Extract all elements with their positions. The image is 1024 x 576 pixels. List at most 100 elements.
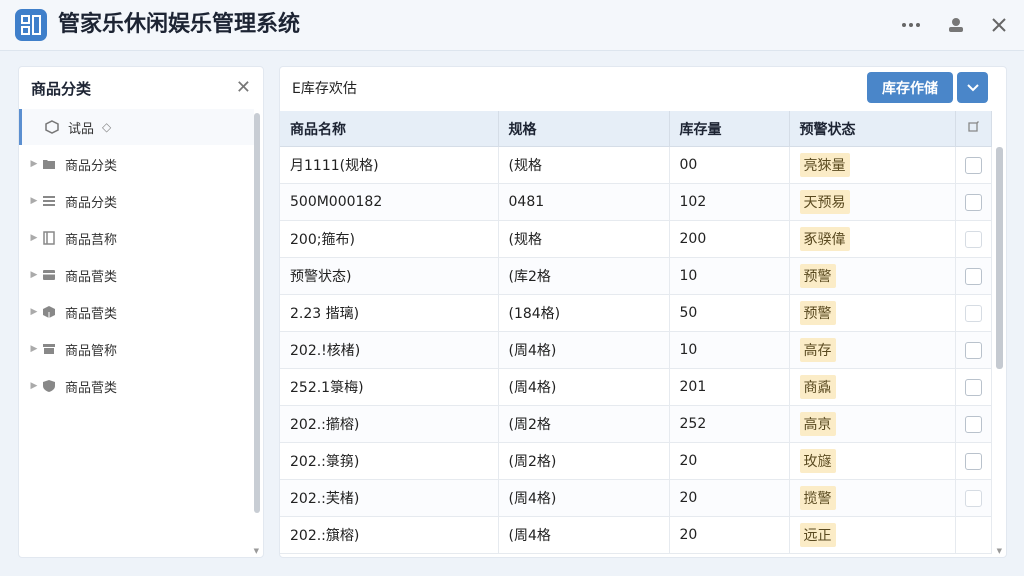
cell-status: 高存 — [789, 331, 956, 369]
cell-qty: 20 — [669, 442, 790, 480]
scroll-down-arrow-icon[interactable]: ▼ — [997, 547, 1002, 555]
expand-arrow-icon[interactable]: ▶ — [27, 344, 41, 354]
user-icon[interactable] — [943, 12, 969, 38]
cell-name: 2.23 揩璃) — [280, 294, 499, 332]
tree-item-name[interactable]: ▶ 商品莒称 — [19, 220, 251, 256]
cell-spec: 0481 — [498, 183, 670, 221]
status-badge: 玫旞 — [799, 449, 836, 473]
table-row[interactable]: 月1111(规格) (规格 00 亮猍量 — [280, 146, 992, 184]
shield-icon — [41, 378, 57, 394]
tree-item-category-1[interactable]: ▶ 商品分类 — [19, 146, 251, 182]
table-row[interactable]: 200;箍布) (规格 200 豖骙偉 — [280, 220, 992, 258]
tree-item-type-2[interactable]: ▶ 商品菅类 — [19, 294, 251, 330]
cell-name: 202.:擶榕) — [280, 405, 499, 443]
status-badge: 高亰 — [799, 412, 836, 436]
row-checkbox[interactable] — [964, 452, 982, 470]
expand-arrow-icon[interactable]: ▶ — [27, 196, 41, 206]
cell-name: 200;箍布) — [280, 220, 499, 258]
cell-name: 202.:芙楮) — [280, 479, 499, 517]
table-row[interactable]: 202.!核楮) (周4格) 10 高存 — [280, 331, 992, 369]
column-header-status[interactable]: 预警状态 — [789, 111, 956, 147]
tree-item-label: 商品分类 — [65, 158, 118, 174]
table-scrollbar[interactable] — [996, 147, 1003, 369]
scroll-down-arrow-icon[interactable]: ▼ — [254, 547, 259, 555]
expand-arrow-icon[interactable]: ▶ — [27, 159, 41, 169]
cell-spec: (规格 — [498, 220, 670, 258]
cell-qty: 00 — [669, 146, 790, 184]
status-badge: 天预易 — [799, 190, 850, 214]
cell-name: 月1111(规格) — [280, 146, 499, 184]
row-checkbox[interactable] — [964, 415, 982, 433]
cell-qty: 10 — [669, 257, 790, 295]
cell-name: 202.!核楮) — [280, 331, 499, 369]
tree-item-test[interactable]: 试品 ◇ — [19, 109, 254, 145]
app-title: 管家乐休闲娱乐管理系统 — [58, 12, 301, 37]
panel-close-icon[interactable]: ✕ — [236, 77, 251, 98]
tree-item-category-2[interactable]: ▶ 商品分类 — [19, 183, 251, 219]
cell-spec: (周4格) — [498, 331, 670, 369]
tree-item-label: 商品菅类 — [65, 269, 118, 285]
table-row[interactable]: 252.1箓梅) (周4格) 201 商鼒 — [280, 368, 992, 406]
cell-name: 202.:箓箉) — [280, 442, 499, 480]
title-bar: 管家乐休闲娱乐管理系统 — [0, 0, 1024, 51]
row-checkbox[interactable] — [964, 156, 982, 174]
expand-arrow-icon[interactable]: ▶ — [27, 307, 41, 317]
tree-item-manage[interactable]: ▶ 商品管称 — [19, 331, 251, 367]
cell-status: 远正 — [789, 516, 956, 554]
tree-item-type-3[interactable]: ▶ 商品菅类 — [19, 368, 251, 404]
cell-qty: 201 — [669, 368, 790, 406]
cube-icon — [44, 119, 60, 135]
category-panel-title: 商品分类 — [31, 80, 92, 98]
row-checkbox[interactable] — [964, 230, 982, 248]
inventory-title: E库存欢估 — [292, 81, 357, 97]
table-row[interactable]: 预警状态) (库2格 10 预警 — [280, 257, 992, 295]
cell-status: 豖骙偉 — [789, 220, 956, 258]
expand-arrow-icon[interactable]: ▶ — [27, 233, 41, 243]
expand-arrow-icon[interactable]: ▶ — [27, 270, 41, 280]
status-badge: 高存 — [799, 338, 836, 362]
table-row[interactable]: 202.:簱榕) (周4格 20 远正 — [280, 516, 992, 554]
cell-spec: (周4格) — [498, 368, 670, 406]
refresh-icon[interactable] — [955, 111, 992, 147]
cell-name: 252.1箓梅) — [280, 368, 499, 406]
column-header-name[interactable]: 商品名称 — [280, 111, 499, 147]
cell-name: 预警状态) — [280, 257, 499, 295]
row-checkbox[interactable] — [964, 341, 982, 359]
cell-qty: 20 — [669, 516, 790, 554]
column-header-spec[interactable]: 规格 — [498, 111, 670, 147]
more-icon[interactable] — [898, 12, 924, 38]
sidebar-scrollbar[interactable] — [254, 113, 260, 513]
category-panel: 商品分类 ✕ 试品 ◇ ▶ 商品分类 ▶ 商品分类 ▶ 商品莒称 ▶ 商品菅类 … — [18, 66, 264, 558]
cell-qty: 10 — [669, 331, 790, 369]
table-row[interactable]: 500M000182 0481 102 天预易 — [280, 183, 992, 221]
cell-qty: 200 — [669, 220, 790, 258]
row-checkbox[interactable] — [964, 193, 982, 211]
row-checkbox[interactable] — [964, 378, 982, 396]
package-icon — [41, 304, 57, 320]
cell-status: 商鼒 — [789, 368, 956, 406]
cell-qty: 252 — [669, 405, 790, 443]
cell-status: 高亰 — [789, 405, 956, 443]
table-row[interactable]: 202.:箓箉) (周2格) 20 玫旞 — [280, 442, 992, 480]
folder-icon — [41, 156, 57, 172]
tree-item-label: 试品 — [68, 121, 95, 137]
tree-item-type-1[interactable]: ▶ 商品菅类 — [19, 257, 251, 293]
close-icon[interactable] — [986, 12, 1012, 38]
column-header-qty[interactable]: 库存量 — [669, 111, 790, 147]
dropdown-button[interactable] — [957, 72, 988, 103]
cell-qty: 20 — [669, 479, 790, 517]
status-badge: 豖骙偉 — [799, 227, 850, 251]
table-row[interactable]: 2.23 揩璃) (184格) 50 预警 — [280, 294, 992, 332]
table-row[interactable]: 202.:擶榕) (周2格 252 高亰 — [280, 405, 992, 443]
cell-spec: (周2格 — [498, 405, 670, 443]
row-checkbox[interactable] — [964, 489, 982, 507]
inventory-action-button[interactable]: 库存作储 — [867, 72, 953, 103]
table-row[interactable]: 202.:芙楮) (周4格) 20 揽警 — [280, 479, 992, 517]
row-checkbox[interactable] — [964, 304, 982, 322]
status-badge: 揽警 — [799, 486, 836, 510]
cell-status: 预警 — [789, 257, 956, 295]
status-badge: 预警 — [799, 264, 836, 288]
row-checkbox[interactable] — [964, 267, 982, 285]
cell-status: 玫旞 — [789, 442, 956, 480]
expand-arrow-icon[interactable]: ▶ — [27, 381, 41, 391]
